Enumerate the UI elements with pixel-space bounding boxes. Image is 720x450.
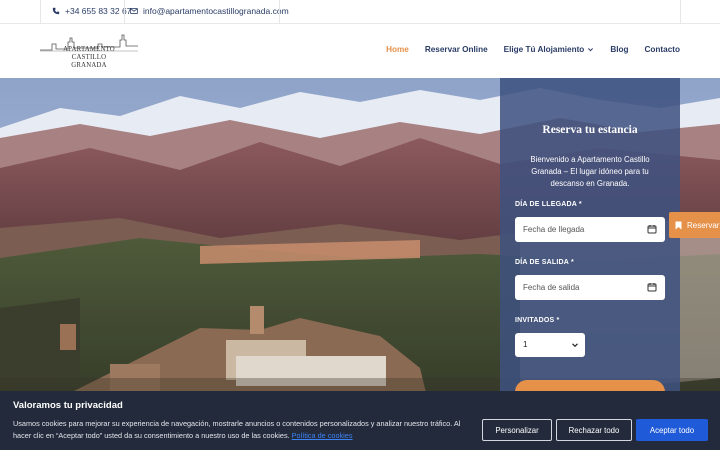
bookmark-icon [675,221,682,229]
reservar-side-tab[interactable]: Reservar [669,212,720,238]
phone-text: +34 655 83 32 67 [65,6,132,16]
chevron-down-icon [572,343,578,348]
side-tab-label: Reservar [687,220,720,230]
booking-panel: Reserva tu estancia Bienvenido a Apartam… [500,78,680,418]
divider [279,0,280,24]
nav-elige-alojamiento[interactable]: Elige Tú Alojamiento [504,45,595,54]
cookie-text: Usamos cookies para mejorar su experienc… [13,418,473,442]
mail-icon [130,8,138,14]
logo-line: CASTILLO [71,54,107,61]
accept-all-button[interactable]: Aceptar todo [636,419,708,441]
booking-intro: Bienvenido a Apartamento Castillo Granad… [530,155,650,188]
site-header: APARTAMENTO CASTILLO GRANADA Home Reserv… [0,24,720,78]
cookie-body: Usamos cookies para mejorar su experienc… [13,419,461,440]
chevron-down-icon [588,48,594,52]
booking-title: Reserva tu estancia [542,124,638,136]
divider [40,0,41,24]
nav-home[interactable]: Home [386,45,409,54]
departure-label: DÍA DE SALIDA * [515,259,574,266]
calendar-icon [647,225,657,234]
cookie-title: Valoramos tu privacidad [13,400,123,411]
main-nav: Home Reservar Online Elige Tú Alojamient… [386,45,680,54]
divider [124,0,125,24]
reject-all-button[interactable]: Rechazar todo [556,419,632,441]
contact-topbar: +34 655 83 32 67 info@apartamentocastill… [0,0,720,24]
calendar-icon [647,283,657,292]
departure-date-input[interactable]: Fecha de salida [515,275,665,300]
nav-label: Elige Tú Alojamiento [503,45,585,54]
email-link[interactable]: info@apartamentocastillogranada.com [130,6,289,16]
logo-line: GRANADA [71,62,107,69]
nav-contacto[interactable]: Contacto [645,45,680,54]
logo-text: APARTAMENTO CASTILLO GRANADA [44,46,134,70]
arrival-label: DÍA DE LLEGADA * [515,201,582,208]
divider [680,0,681,24]
arrival-placeholder: Fecha de llegada [523,225,585,234]
arrival-date-input[interactable]: Fecha de llegada [515,217,665,242]
nav-reservar-online[interactable]: Reservar Online [425,45,488,54]
guests-value: 1 [523,340,528,349]
guests-label: INVITADOS * [515,317,560,324]
logo-line: APARTAMENTO [63,46,115,53]
phone-link[interactable]: +34 655 83 32 67 [52,6,131,16]
cookie-policy-link[interactable]: Política de cookies [292,431,353,440]
cookie-banner: Valoramos tu privacidad Usamos cookies p… [0,391,720,450]
email-text: info@apartamentocastillogranada.com [143,6,289,16]
guests-select[interactable]: 1 [515,333,585,357]
departure-placeholder: Fecha de salida [523,283,580,292]
nav-blog[interactable]: Blog [610,45,628,54]
customize-button[interactable]: Personalizar [482,419,552,441]
phone-icon [52,7,60,15]
